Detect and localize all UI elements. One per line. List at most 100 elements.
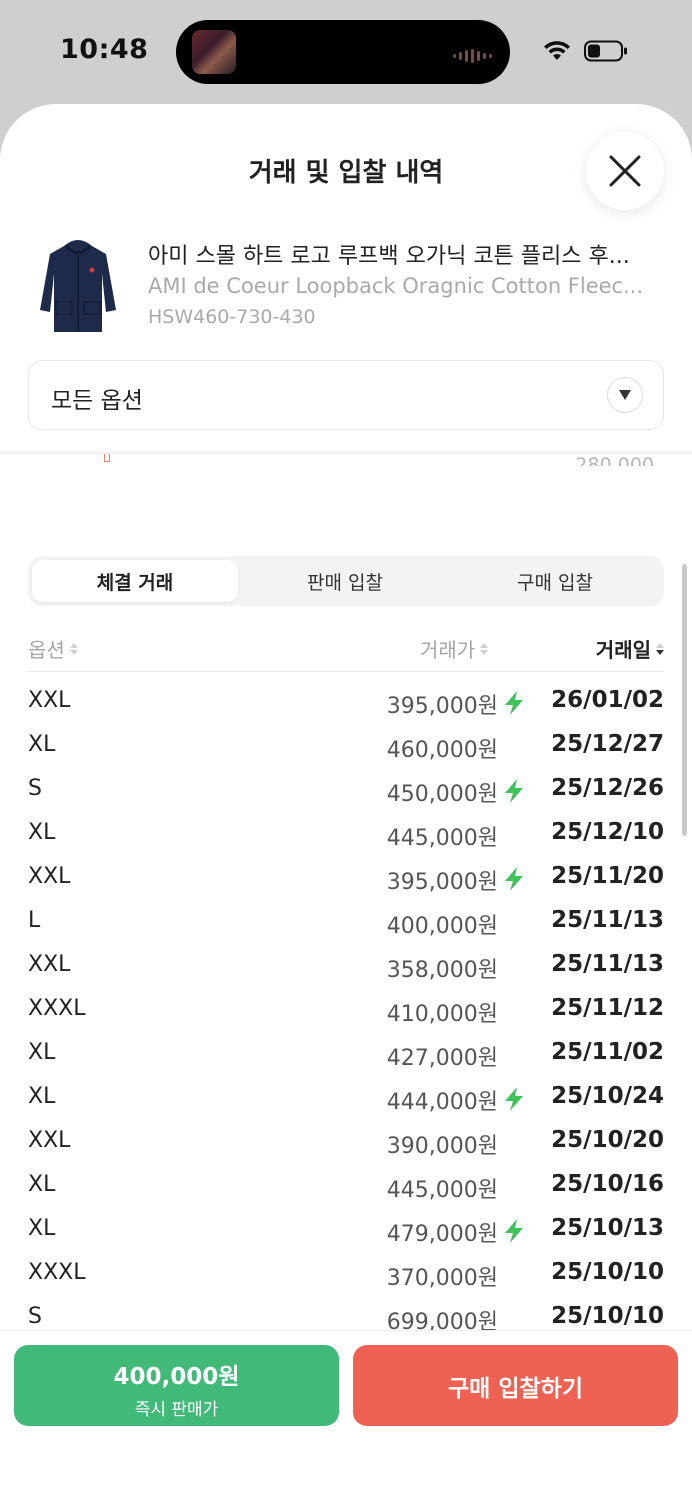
product-image (40, 240, 116, 332)
trade-date: 25/12/10 (551, 819, 664, 845)
trade-price: 390,000원 (386, 1134, 498, 1159)
header-price-label: 거래가 (420, 638, 476, 662)
history-tabs: 체결 거래 판매 입찰 구매 입찰 (28, 556, 664, 606)
trade-date: 25/10/13 (551, 1215, 664, 1241)
wifi-icon (544, 41, 570, 60)
trade-size: S (28, 1304, 42, 1329)
header-option[interactable]: 옵션 (28, 634, 78, 663)
trade-size: XL (28, 1040, 56, 1065)
trade-date: 25/11/20 (551, 863, 664, 889)
trade-price: 445,000원 (386, 826, 498, 851)
table-row: XL 427,000원 25/11/02 (28, 1034, 664, 1078)
lightning-bolt-icon (505, 1219, 523, 1243)
trade-size: XL (28, 820, 56, 845)
trade-price: 370,000원 (386, 1266, 498, 1291)
lightning-bolt-icon (505, 691, 523, 715)
option-dropdown[interactable]: 모든 옵션 (28, 360, 664, 430)
table-row: XXXL 370,000원 25/10/10 (28, 1254, 664, 1298)
instant-sell-label: 즉시 판매가 (134, 1400, 219, 1420)
trade-price: 400,000원 (386, 914, 498, 939)
table-row: XL 460,000원 25/12/27 (28, 726, 664, 770)
now-playing-artwork (192, 30, 236, 74)
trade-price: 395,000원 (386, 870, 498, 895)
trade-price: 358,000원 (386, 958, 498, 983)
sort-icon (69, 642, 78, 655)
audio-waveform-icon (453, 49, 492, 63)
table-row: XXXL 410,000원 25/11/12 (28, 990, 664, 1034)
trade-size: XXL (28, 864, 71, 889)
trade-date: 25/10/24 (551, 1083, 664, 1109)
trade-date: 25/11/13 (551, 951, 664, 977)
trade-date: 25/11/12 (551, 995, 664, 1021)
trade-price: 450,000원 (386, 782, 498, 807)
trade-price: 479,000원 (386, 1222, 498, 1247)
instant-sell-button[interactable]: 400,000원 즉시 판매가 (14, 1345, 339, 1426)
header-price[interactable]: 거래가 (420, 634, 489, 663)
lightning-bolt-icon (505, 867, 523, 891)
table-row: S 450,000원 25/12/26 (28, 770, 664, 814)
tab-completed-trades[interactable]: 체결 거래 (32, 560, 238, 602)
chevron-down-icon (607, 377, 643, 413)
buy-bid-button[interactable]: 구매 입찰하기 (353, 1345, 678, 1426)
trade-size: XXL (28, 1128, 71, 1153)
sort-desc-icon (656, 642, 664, 655)
trade-size: XL (28, 1084, 56, 1109)
trade-price: 427,000원 (386, 1046, 498, 1071)
trade-date: 25/10/20 (551, 1127, 664, 1153)
trade-date: 25/10/10 (551, 1303, 664, 1329)
product-name: 아미 스몰 하트 로고 루프백 오가닉 코튼 플리스 후... (148, 244, 630, 269)
trade-price: 410,000원 (386, 1002, 498, 1027)
table-row: XL 445,000원 25/12/10 (28, 814, 664, 858)
trade-price: 444,000원 (386, 1090, 498, 1115)
option-dropdown-value: 모든 옵션 (51, 388, 143, 414)
close-button[interactable] (586, 132, 664, 210)
table-row: L 400,000원 25/11/13 (28, 902, 664, 946)
trade-size: XL (28, 1216, 56, 1241)
trade-price: 395,000원 (386, 694, 498, 719)
table-row: XL 444,000원 25/10/24 (28, 1078, 664, 1122)
trade-size: XL (28, 1172, 56, 1197)
trade-size: S (28, 776, 42, 801)
instant-sell-price: 400,000원 (113, 1364, 240, 1390)
trade-date: 25/12/27 (551, 731, 664, 757)
status-bar: 10:48 (0, 0, 692, 104)
product-summary: 아미 스몰 하트 로고 루프백 오가닉 코튼 플리스 후... AMI de C… (0, 222, 692, 342)
table-row: XXL 390,000원 25/10/20 (28, 1122, 664, 1166)
lightning-bolt-icon (505, 1087, 523, 1111)
trade-size: XL (28, 732, 56, 757)
trade-date: 25/12/26 (551, 775, 664, 801)
product-english-name: AMI de Coeur Loopback Oragnic Cotton Fle… (148, 274, 644, 298)
status-time: 10:48 (60, 34, 149, 65)
header-option-label: 옵션 (28, 638, 65, 662)
table-row: XXL 358,000원 25/11/13 (28, 946, 664, 990)
trade-size: XXXL (28, 1260, 86, 1285)
close-icon (609, 155, 641, 187)
trade-date: 25/10/16 (551, 1171, 664, 1197)
trade-date: 25/10/10 (551, 1259, 664, 1285)
table-row: XXL 395,000원 26/01/02 (28, 682, 664, 726)
bottom-action-bar: 400,000원 즉시 판매가 구매 입찰하기 (0, 1330, 692, 1500)
trade-size: XXL (28, 688, 71, 713)
trade-size: XXXL (28, 996, 86, 1021)
lightning-bolt-icon (505, 779, 523, 803)
chart-axis-label: 280,000 (575, 454, 654, 466)
table-row: XXL 395,000원 25/11/20 (28, 858, 664, 902)
battery-icon (584, 40, 627, 62)
trade-history-sheet: 거래 및 입찰 내역 아미 스몰 하트 로고 루프백 오가닉 코튼 플리스 후.… (0, 104, 692, 1500)
table-header: 옵션 거래가 거래일 (28, 620, 664, 672)
trade-size: L (28, 908, 41, 933)
sort-icon (480, 642, 489, 655)
chart-marker (104, 454, 110, 462)
header-date[interactable]: 거래일 (596, 634, 664, 663)
trade-date: 26/01/02 (551, 687, 664, 713)
table-row: XL 445,000원 25/10/16 (28, 1166, 664, 1210)
tab-buy-bids[interactable]: 구매 입찰 (452, 560, 658, 602)
scrollbar[interactable] (682, 564, 687, 836)
product-model-code: HSW460-730-430 (148, 306, 316, 328)
trade-price: 445,000원 (386, 1178, 498, 1203)
header-date-label: 거래일 (595, 638, 651, 662)
trade-price: 460,000원 (386, 738, 498, 763)
trade-list: XXL 395,000원 26/01/02 XL 460,000원 25/12/27 S 45… (28, 682, 664, 1342)
dynamic-island[interactable] (176, 20, 510, 84)
tab-sell-bids[interactable]: 판매 입찰 (242, 560, 448, 602)
